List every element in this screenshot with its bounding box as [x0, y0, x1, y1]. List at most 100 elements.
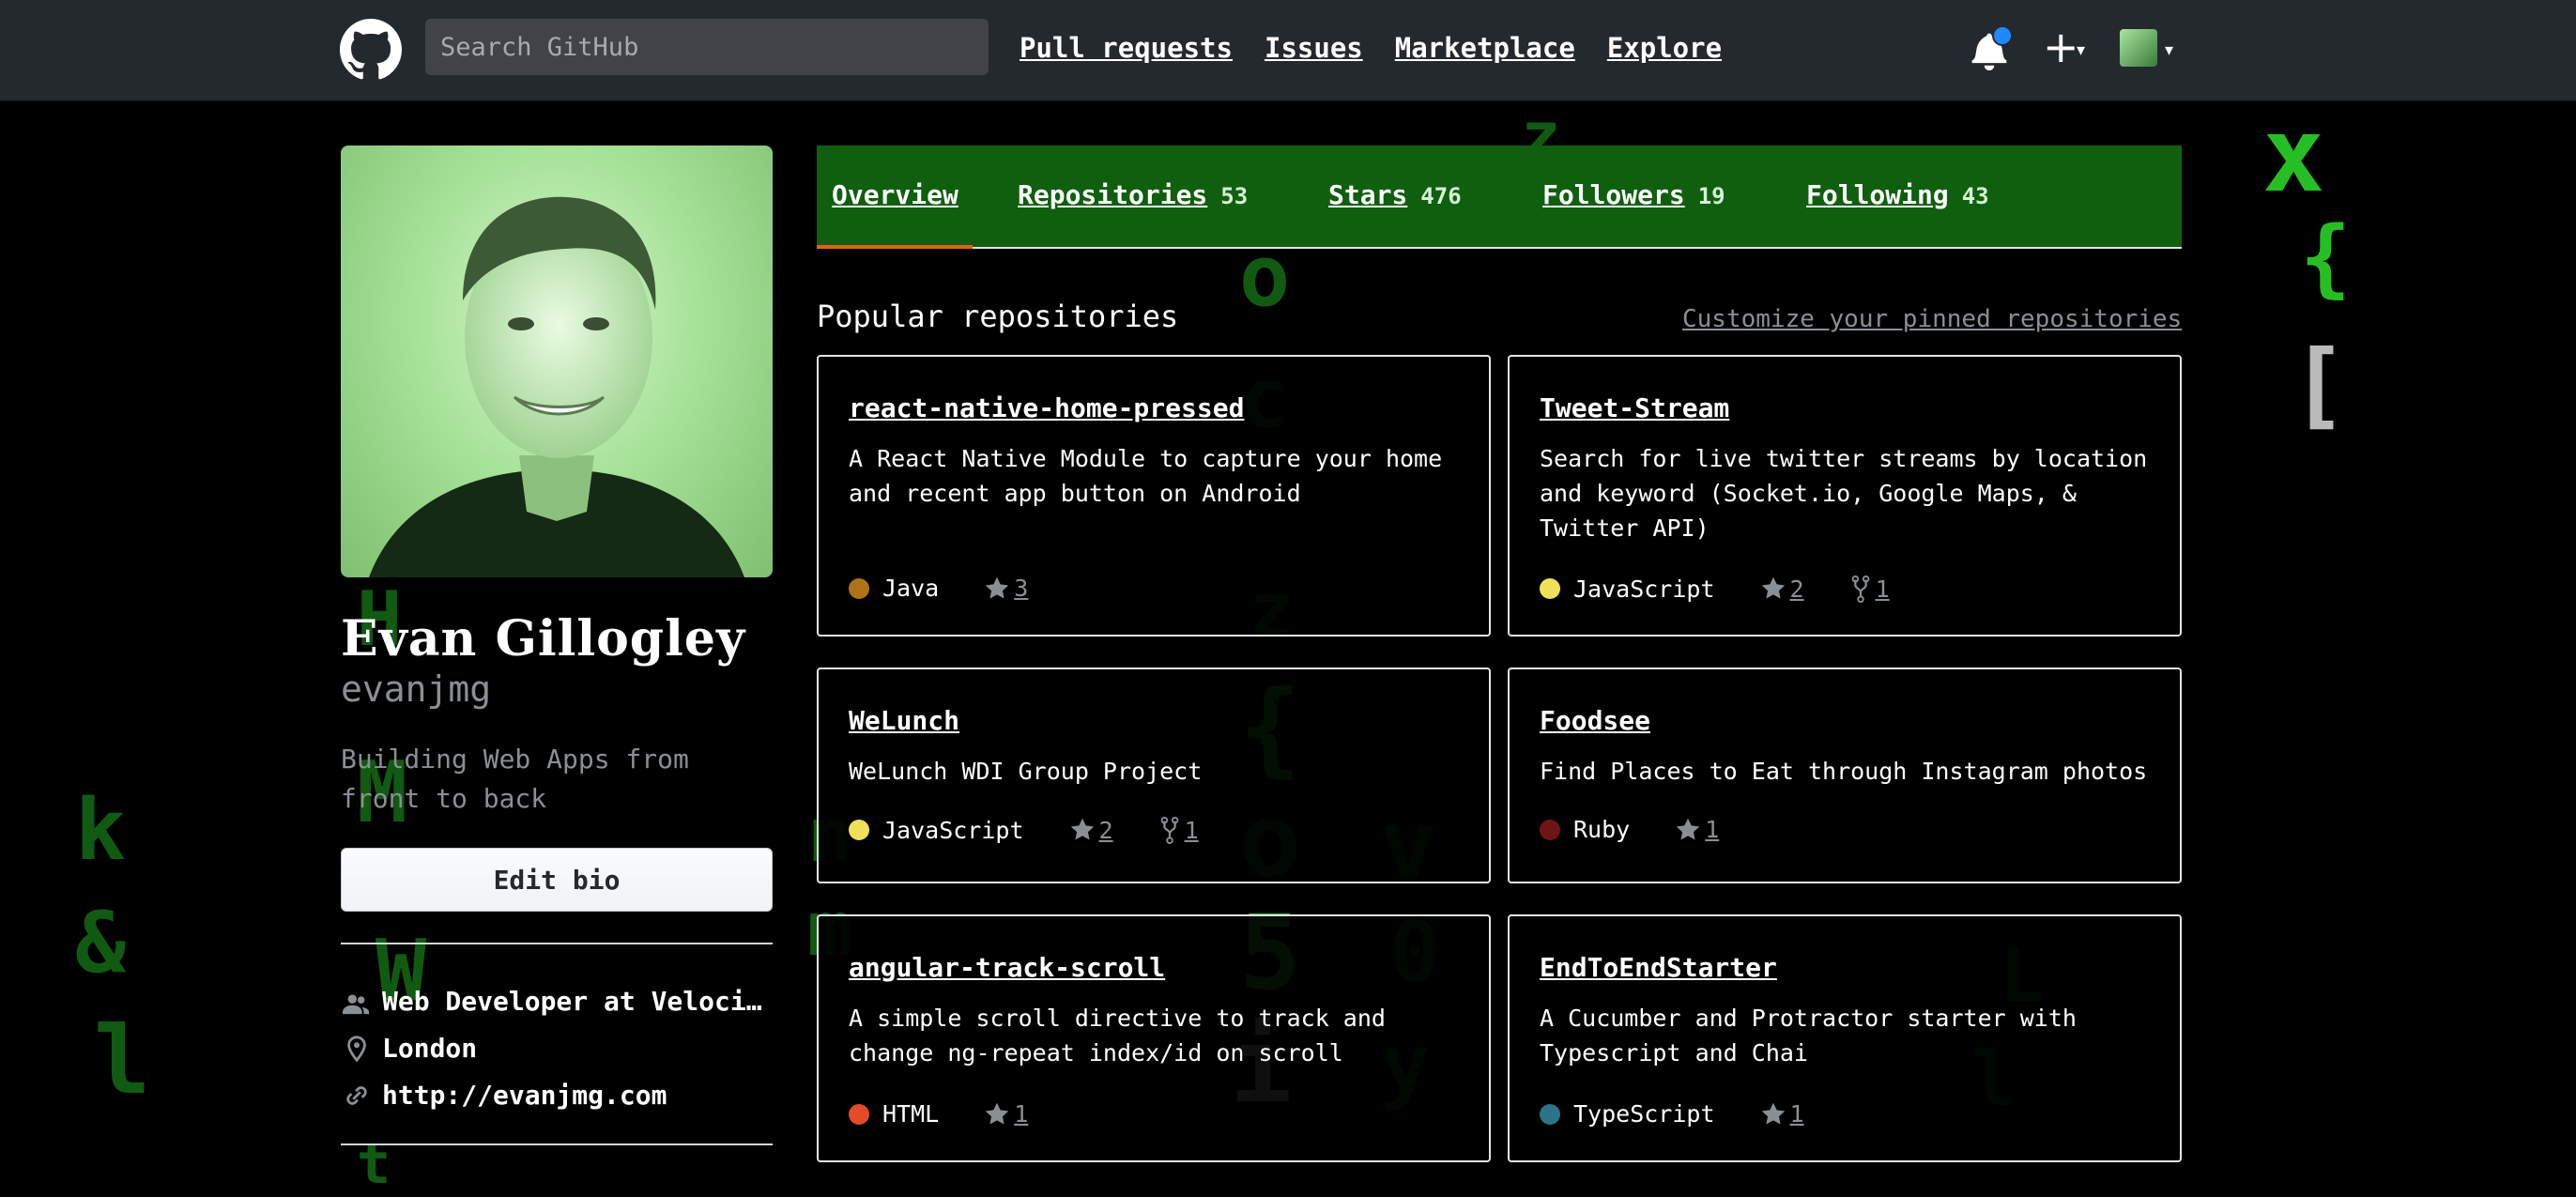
link-icon [346, 1085, 367, 1105]
divider [341, 943, 773, 944]
stars-count[interactable]: 3 [1014, 575, 1028, 602]
repo-card: Tweet-Stream Search for live twitter str… [1508, 355, 2182, 637]
tab-following[interactable]: Following 43 [1806, 179, 1989, 210]
repo-description: A Cucumber and Protractor starter with T… [1540, 1005, 2077, 1067]
nav-explore[interactable]: Explore [1607, 32, 1722, 64]
profile-website: http://evanjmg.com [341, 1080, 667, 1111]
website-link[interactable]: http://evanjmg.com [382, 1080, 667, 1111]
repo-language: JavaScript [882, 816, 1024, 844]
chevron-down-icon[interactable]: ▾ [2077, 40, 2085, 60]
tab-followers[interactable]: Followers 19 [1542, 179, 1725, 210]
repo-card: EndToEndStarter A Cucumber and Protracto… [1508, 914, 2182, 1162]
forks-count[interactable]: 1 [1185, 817, 1199, 844]
avatar[interactable] [2120, 29, 2157, 67]
tab-label: Stars [1328, 179, 1408, 210]
active-tab-indicator [817, 245, 973, 249]
divider [341, 1143, 773, 1145]
profile-photo[interactable] [341, 146, 773, 577]
nav-issues[interactable]: Issues [1265, 32, 1363, 64]
language-color-dot [849, 577, 869, 599]
tab-count: 476 [1420, 183, 1462, 209]
repo-meta: Ruby 1 [1540, 816, 1719, 843]
repo-name-link[interactable]: EndToEndStarter [1540, 952, 1777, 983]
repo-description: A simple scroll directive to track and c… [849, 1005, 1386, 1067]
location-text: London [382, 1033, 478, 1064]
tab-overview[interactable]: Overview [832, 179, 958, 210]
repo-meta: JavaScript 2 1 [849, 816, 1199, 844]
matrix-glyph: x [2262, 95, 2325, 215]
people-icon [343, 994, 370, 1014]
repo-card: angular-track-scroll A simple scroll dir… [817, 914, 1491, 1162]
tab-repositories[interactable]: Repositories 53 [1018, 179, 1248, 210]
matrix-glyph: & [75, 894, 127, 992]
repo-language: Ruby [1573, 816, 1631, 843]
tab-count: 53 [1220, 183, 1249, 209]
profile-bio: Building Web Apps from front to back [341, 744, 689, 814]
chevron-down-icon[interactable]: ▾ [2165, 40, 2173, 60]
star-icon[interactable] [984, 1101, 1010, 1128]
header-nav: Pull requests Issues Marketplace Explore [1020, 32, 1722, 64]
nav-pull-requests[interactable]: Pull requests [1020, 32, 1233, 64]
language-color-dot [849, 1103, 869, 1125]
repo-card: react-native-home-pressed A React Native… [817, 355, 1491, 637]
repo-name-link[interactable]: Tweet-Stream [1540, 392, 1729, 423]
profile-photo-image [369, 196, 744, 577]
search-input[interactable] [425, 19, 989, 75]
repo-language: Java [882, 575, 940, 602]
repo-language: JavaScript [1573, 575, 1715, 603]
language-color-dot [1540, 819, 1560, 840]
matrix-glyph: [ [2291, 330, 2348, 439]
forks-count[interactable]: 1 [1876, 575, 1890, 603]
repo-meta: JavaScript 2 1 [1540, 575, 1890, 603]
repo-name-link[interactable]: react-native-home-pressed [849, 392, 1244, 423]
nav-marketplace[interactable]: Marketplace [1395, 32, 1575, 64]
tab-label: Following [1806, 179, 1949, 210]
customize-pins-link[interactable]: Customize your pinned repositories [1682, 305, 2182, 333]
notification-indicator [1992, 25, 2013, 46]
star-icon[interactable] [1675, 817, 1701, 843]
plus-icon[interactable]: + [2043, 22, 2079, 72]
repo-language: TypeScript [1573, 1100, 1715, 1128]
location-pin-icon [347, 1035, 366, 1062]
repo-name-link[interactable]: WeLunch [849, 705, 959, 736]
popular-repos-title: Popular repositories [817, 299, 1179, 334]
language-color-dot [1540, 578, 1560, 599]
edit-bio-button[interactable]: Edit bio [341, 848, 773, 912]
profile-tabs: Overview Repositories 53 Stars 476 Followe… [817, 146, 2182, 249]
stars-count[interactable]: 1 [1790, 1100, 1804, 1128]
repo-name-link[interactable]: Foodsee [1540, 705, 1650, 736]
tab-stars[interactable]: Stars 476 [1328, 179, 1462, 210]
profile-location: London [341, 1033, 477, 1064]
star-icon[interactable] [1760, 1101, 1786, 1128]
stars-count[interactable]: 2 [1790, 575, 1804, 603]
tab-count: 43 [1961, 183, 1989, 209]
language-color-dot [1540, 1103, 1560, 1125]
repo-meta: Java 3 [849, 575, 1028, 602]
star-icon[interactable] [1069, 817, 1096, 843]
repo-description: Search for live twitter streams by locat… [1540, 445, 2148, 542]
stars-count[interactable]: 1 [1014, 1100, 1028, 1128]
fork-icon[interactable] [1849, 575, 1872, 603]
profile-username: evanjmg [341, 668, 492, 710]
stars-count[interactable]: 1 [1705, 816, 1719, 843]
repo-description: Find Places to Eat through Instagram pho… [1540, 758, 2148, 785]
repo-name-link[interactable]: angular-track-scroll [849, 952, 1165, 983]
tab-label: Overview [832, 179, 958, 210]
repo-description: WeLunch WDI Group Project [849, 758, 1203, 785]
fork-icon[interactable] [1158, 816, 1181, 844]
star-icon[interactable] [984, 575, 1010, 602]
company-text: Web Developer at Veloci… [382, 986, 762, 1017]
matrix-glyph: { [2300, 208, 2352, 307]
tab-count: 19 [1697, 183, 1725, 209]
repo-meta: HTML 1 [849, 1100, 1028, 1128]
star-icon[interactable] [1760, 575, 1786, 602]
profile-company: Web Developer at Veloci… [341, 986, 762, 1017]
stars-count[interactable]: 2 [1099, 817, 1113, 844]
repo-card: Foodsee Find Places to Eat through Insta… [1508, 668, 2182, 883]
tab-label: Repositories [1018, 179, 1208, 210]
github-logo-icon[interactable] [340, 19, 402, 81]
repo-language: HTML [882, 1100, 940, 1128]
matrix-glyph: l [94, 1005, 151, 1115]
top-header: Pull requests Issues Marketplace Explore… [0, 0, 2576, 101]
matrix-glyph: k [75, 781, 127, 880]
